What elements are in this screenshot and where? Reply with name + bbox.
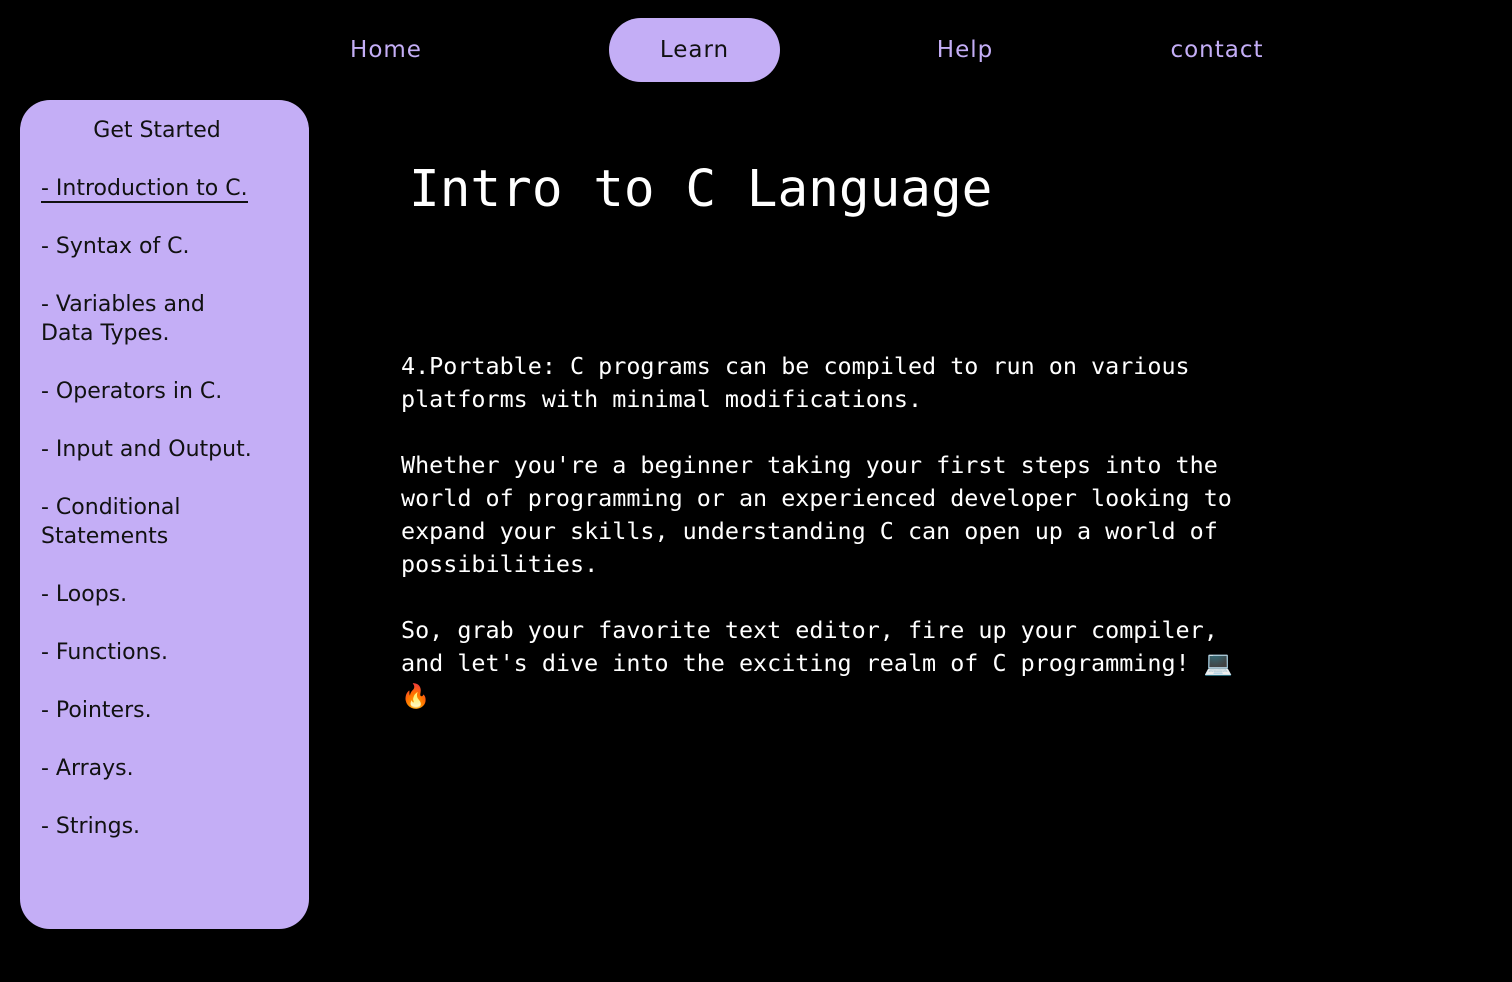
sidebar-item-arrays[interactable]: - Arrays.	[41, 754, 291, 783]
sidebar-item-loops[interactable]: - Loops.	[41, 580, 291, 609]
nav-contact-link[interactable]: contact	[1150, 18, 1284, 82]
nav-home-link[interactable]: Home	[336, 18, 436, 82]
article-body: 4.Portable: C programs can be compiled t…	[401, 350, 1261, 746]
sidebar-item-label: - Functions.	[41, 640, 168, 665]
sidebar-item-label: - Introduction to C.	[41, 176, 248, 203]
paragraph-whether: Whether you're a beginner taking your fi…	[401, 451, 1232, 578]
sidebar-item-label: - Conditional Statements	[41, 495, 181, 549]
nav-learn-link[interactable]: Learn	[609, 18, 780, 82]
sidebar-item-label: - Strings.	[41, 814, 141, 839]
sidebar-item-label: - Variables and Data Types.	[41, 292, 205, 346]
sidebar-item-operators[interactable]: - Operators in C.	[41, 377, 291, 406]
page-title: Intro to C Language	[409, 160, 993, 219]
nav-help-link[interactable]: Help	[915, 18, 1015, 82]
sidebar-item-conditional[interactable]: - Conditional Statements	[41, 493, 201, 551]
sidebar-item-input-output[interactable]: - Input and Output.	[41, 435, 291, 464]
sidebar-item-label: - Loops.	[41, 582, 128, 607]
sidebar-item-pointers[interactable]: - Pointers.	[41, 696, 291, 725]
paragraph-portable: 4.Portable: C programs can be compiled t…	[401, 352, 1190, 413]
sidebar-item-label: - Pointers.	[41, 698, 152, 723]
sidebar-item-label: - Arrays.	[41, 756, 134, 781]
sidebar-item-strings[interactable]: - Strings.	[41, 812, 291, 841]
sidebar-item-functions[interactable]: - Functions.	[41, 638, 291, 667]
sidebar-item-variables[interactable]: - Variables and Data Types.	[41, 290, 231, 348]
sidebar-item-label: - Operators in C.	[41, 379, 223, 404]
sidebar-item-label: - Input and Output.	[41, 437, 252, 462]
sidebar-item-introduction[interactable]: - Introduction to C.	[41, 174, 291, 203]
sidebar: Get Started - Introduction to C. - Synta…	[20, 100, 309, 929]
sidebar-title: Get Started	[93, 118, 221, 143]
sidebar-item-label: - Syntax of C.	[41, 234, 190, 259]
sidebar-item-syntax[interactable]: - Syntax of C.	[41, 232, 291, 261]
paragraph-closing: So, grab your favorite text editor, fire…	[401, 616, 1233, 710]
